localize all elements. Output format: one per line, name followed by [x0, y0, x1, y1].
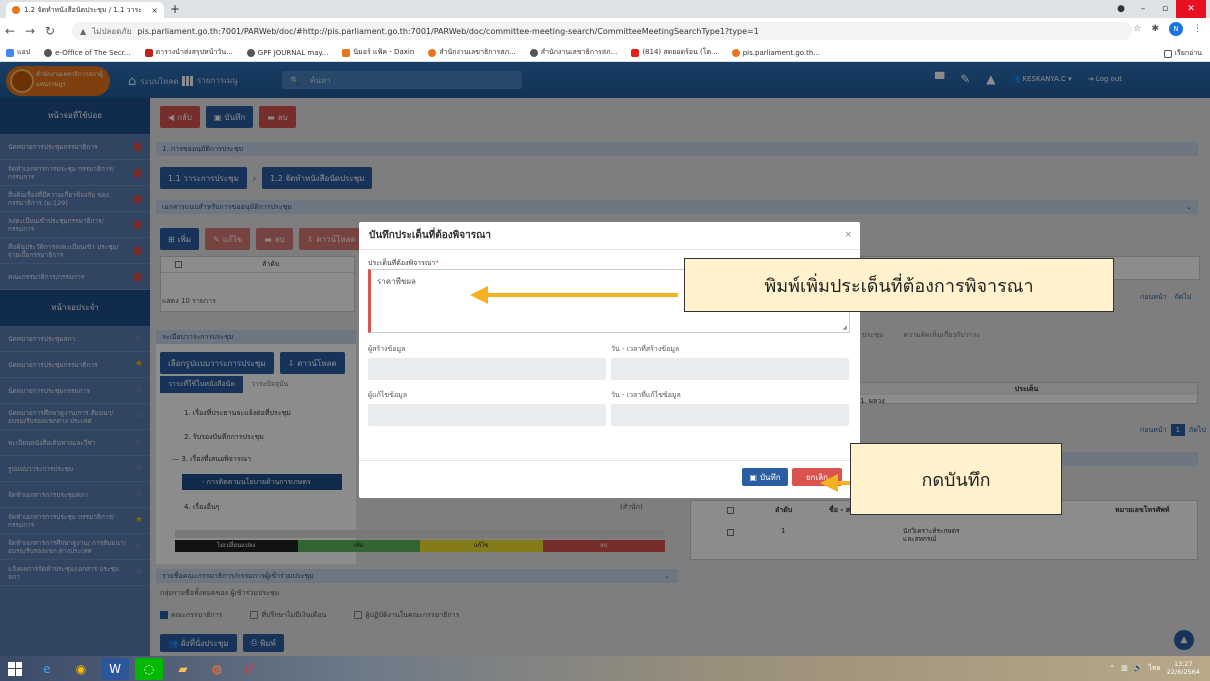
bookmark-item[interactable]: (814) สดยอดร้อน (โต... [631, 47, 718, 58]
browser-tab-bar [0, 0, 1210, 18]
maximize-icon[interactable]: ▫ [1154, 4, 1176, 14]
star-icon[interactable]: ☆ [1133, 24, 1141, 34]
extensions-icon[interactable]: ✱ [1151, 24, 1159, 34]
folder-icon[interactable]: ▰ [169, 658, 197, 680]
required-mark: * [435, 259, 439, 267]
language-indicator[interactable]: ไทย [1148, 663, 1160, 674]
callout-press-save: กดบันทึก [850, 443, 1062, 515]
chrome-icon[interactable]: ◉ [67, 658, 95, 680]
ie-icon[interactable]: e [33, 658, 61, 680]
arrow-head-icon [820, 474, 838, 492]
close-window-icon[interactable]: ✕ [1176, 0, 1206, 18]
editor-field [368, 404, 606, 426]
tray-arrow-icon[interactable]: ⌃ [1109, 664, 1115, 672]
site-icon [342, 48, 351, 57]
youtube-icon [631, 48, 640, 57]
firefox-icon[interactable]: ◍ [203, 658, 231, 680]
url-field[interactable]: ▲ ไม่ปลอดภัย pis.parliament.go.th:7001/P… [72, 22, 1132, 40]
creator-field [368, 358, 606, 380]
window-controls: ● – ▫ ✕ [1110, 0, 1206, 18]
clock[interactable]: 13:27 22/6/2564 [1167, 660, 1200, 676]
line-icon[interactable]: ◌ [135, 657, 163, 680]
network-icon[interactable]: ▥ [1121, 664, 1128, 672]
created-time-field [611, 358, 849, 380]
bookmarks-bar: แอป e-Office of The Secr... ตารางนำส่งสร… [0, 44, 1210, 62]
bookmark-item[interactable]: นิมอร์ แฟ้ค - Daxin [342, 47, 414, 58]
volume-icon[interactable]: 🔊 [1134, 664, 1143, 672]
dialog-divider [359, 460, 860, 461]
gmail-icon [144, 48, 153, 57]
edited-time-field [611, 404, 849, 426]
security-label[interactable]: ไม่ปลอดภัย [92, 25, 131, 38]
tab-title: 1.2 จัดทำหนังสือนัดประชุม / 1.1 วาระ [24, 5, 143, 14]
back-icon[interactable]: ← [0, 24, 20, 38]
bookmark-item[interactable]: สำนักงานเลขาธิการสภ... [529, 47, 617, 58]
created-time-label: วัน - เวลาที่สร้างข้อมูล [611, 345, 680, 353]
forward-icon[interactable]: → [20, 24, 40, 38]
menu-kebab-icon[interactable]: ⋮ [1193, 24, 1202, 34]
callout-type-issue: พิมพ์เพิ่มประเด็นที่ต้องการพิจารณา [684, 258, 1114, 312]
minimize-icon[interactable]: – [1132, 4, 1154, 14]
bookmark-item[interactable]: GPF JOURNAL may... [246, 48, 328, 57]
reading-list[interactable]: เรียกอ่าน [1163, 48, 1202, 59]
editor-label: ผู้แก้ไขข้อมูล [368, 391, 408, 399]
start-button[interactable] [0, 656, 30, 681]
bookmark-item[interactable]: e-Office of The Secr... [44, 48, 131, 57]
system-tray: ⌃ ▥ 🔊 ไทย 13:27 22/6/2564 [1109, 660, 1200, 676]
bookmark-item[interactable]: แอป [6, 47, 30, 58]
taskbar: e ◉ W ◌ ▰ ◍ ◸ [0, 656, 1210, 681]
reload-icon[interactable]: ↻ [40, 24, 60, 38]
globe-icon [44, 48, 53, 57]
profile-icon[interactable]: ● [1110, 4, 1132, 14]
windows-icon [8, 661, 22, 676]
tab-close-icon[interactable]: × [151, 6, 158, 15]
issue-field-label: ประเด็นที่ต้องพิจารณา* [368, 259, 439, 267]
resize-handle-icon[interactable]: ◢ [842, 324, 847, 331]
dialog-title: บันทึกประเด็นที่ต้องพิจารณา [359, 222, 860, 250]
close-icon[interactable]: × [844, 230, 852, 240]
edited-time-label: วัน - เวลาที่แก้ไขข้อมูล [611, 391, 681, 399]
profile-avatar[interactable]: N [1169, 22, 1183, 36]
new-tab-button[interactable]: + [170, 2, 180, 16]
site-icon [731, 48, 740, 57]
security-warning-icon[interactable]: ▲ [80, 27, 86, 36]
pdf-icon[interactable]: ◸ [237, 658, 265, 680]
reading-list-icon [1163, 49, 1172, 58]
save-icon: ▣ [749, 472, 757, 482]
tab-favicon-icon [12, 6, 20, 14]
bookmark-item[interactable]: pis.parliament.go.th... [731, 48, 820, 57]
word-icon[interactable]: W [101, 657, 129, 680]
creator-label: ผู้สร้างข้อมูล [368, 345, 406, 353]
arrow-head-icon [470, 286, 488, 304]
dialog-save-button[interactable]: ▣ บันทึก [742, 468, 788, 486]
url-text: pis.parliament.go.th:7001/PARWeb/doc/#ht… [137, 26, 759, 36]
browser-tab[interactable]: 1.2 จัดทำหนังสือนัดประชุม / 1.1 วาระ × [6, 2, 164, 18]
address-bar-row: ← → ↻ ▲ ไม่ปลอดภัย pis.parliament.go.th:… [0, 18, 1210, 44]
globe-icon [246, 48, 255, 57]
apps-icon [6, 48, 14, 57]
bookmark-item[interactable]: สำนักงานเลขาธิการสภ... [428, 47, 516, 58]
globe-icon [529, 48, 538, 57]
bookmark-item[interactable]: ตารางนำส่งสรุปหน้าวัน... [144, 47, 233, 58]
callout-arrow [488, 293, 678, 297]
browser-actions: ☆ ✱ N ⋮ [1133, 22, 1202, 36]
site-icon [428, 48, 437, 57]
